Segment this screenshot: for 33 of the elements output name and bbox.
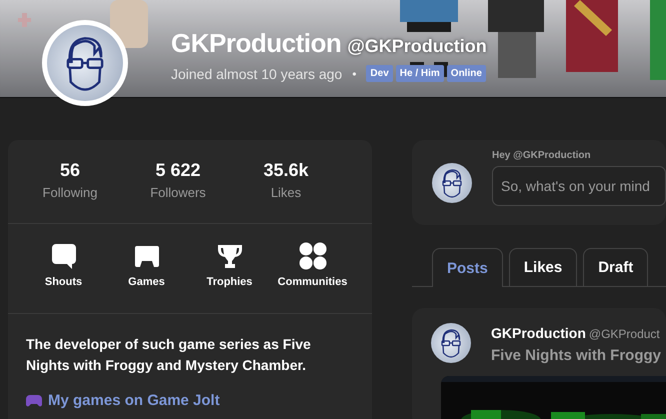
stat-label: Likes (270, 185, 302, 200)
stat-count: 35.6k (263, 160, 309, 181)
post-author: GKProduction (491, 325, 586, 341)
stat-label: Followers (150, 185, 206, 200)
speech-bubble-icon (50, 242, 76, 270)
feed-tab[interactable]: Draft (583, 248, 648, 286)
stat-label: Following (42, 185, 98, 200)
section-tab[interactable]: Trophies (188, 242, 271, 313)
join-date: Joined almost 10 years ago (171, 66, 342, 82)
communities-icon (298, 242, 326, 270)
user-tag: Dev (366, 65, 393, 82)
feed-tab[interactable]: Likes (508, 248, 578, 286)
profile-link[interactable]: My games on Game Jolt (48, 392, 220, 409)
user-handle: @GKProduction (347, 36, 487, 57)
trophy-icon (216, 242, 242, 270)
user-tag: He / Him (396, 65, 444, 82)
feed-tab[interactable]: Posts (432, 248, 503, 287)
greeting-label: Hey @GKProduction (492, 150, 592, 160)
user-tag: Online (446, 65, 486, 82)
post-input[interactable]: So, what's on your mind (492, 166, 666, 206)
post-handle: @GKProduct (588, 327, 660, 341)
bio-text: The developer of such game series as Five Nights with Froggy and Mystery Chamber. (25, 335, 312, 375)
post-title: Five Nights with Froggy (491, 347, 662, 364)
stat-count: 5 622 (155, 160, 201, 181)
stat-count: 56 (60, 160, 80, 181)
user-avatar (432, 162, 472, 202)
section-tab[interactable]: Games (105, 242, 188, 313)
gamepad-icon (26, 394, 42, 406)
user-avatar (431, 323, 471, 363)
user-name: GKProduction (171, 28, 342, 59)
section-tab[interactable]: Shouts (22, 242, 105, 313)
section-tab[interactable]: Communities (271, 242, 354, 313)
separator-dot: • (352, 66, 356, 80)
